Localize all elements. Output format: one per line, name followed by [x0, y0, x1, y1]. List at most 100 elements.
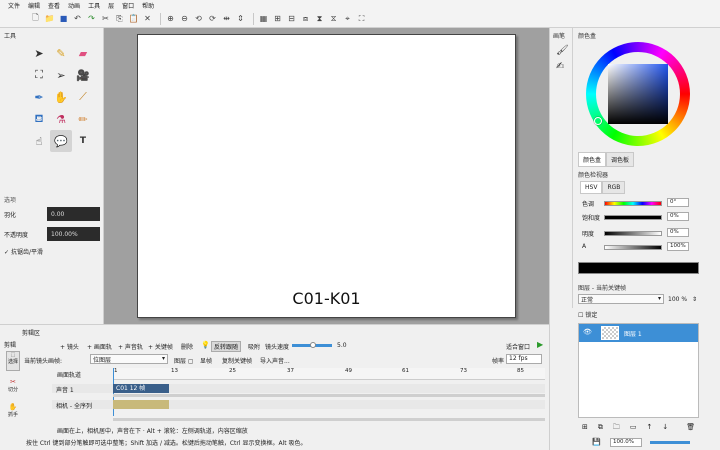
text-bubble-tool-icon[interactable]: 💬: [50, 130, 72, 152]
pointer-tool-icon[interactable]: ➢: [50, 64, 72, 86]
layer-row[interactable]: 👁 图层 1: [579, 324, 698, 342]
eraser-tool-icon[interactable]: ▰: [72, 42, 94, 64]
safe-area-icon[interactable]: ⧈: [300, 13, 311, 24]
polyline-tool-icon[interactable]: ⟋: [72, 86, 94, 108]
shot-clip[interactable]: C01 12 帧: [113, 384, 169, 393]
tab-color-palette[interactable]: 调色板: [606, 152, 635, 167]
hue-input[interactable]: 0°: [667, 198, 689, 207]
color-marker[interactable]: [594, 117, 602, 125]
menu-animation[interactable]: 动画: [68, 1, 80, 10]
snap-toggle[interactable]: 吸附: [248, 342, 260, 351]
hue-slider[interactable]: [604, 201, 662, 206]
eye-icon[interactable]: 👁: [583, 328, 592, 336]
split-side-tool[interactable]: ✂ 切分: [6, 378, 20, 398]
merge-layer-icon[interactable]: ▭: [630, 423, 637, 434]
camera-path-icon[interactable]: ⌖: [342, 13, 353, 24]
paste-icon[interactable]: 📋: [128, 13, 139, 24]
opacity-stepper-icon[interactable]: ⇕: [692, 296, 697, 303]
alpha-slider[interactable]: [604, 245, 662, 250]
onion-toggle[interactable]: 反转跟随: [211, 341, 242, 352]
new-file-icon[interactable]: 🗋: [30, 13, 41, 24]
center-icon[interactable]: ⊞: [272, 13, 283, 24]
brush-settings-icon[interactable]: ✍: [556, 61, 564, 72]
fps-select[interactable]: 12 fps: [506, 354, 542, 364]
layer-type-select[interactable]: 位图层 ▾: [90, 354, 168, 364]
current-color-swatch[interactable]: [578, 262, 699, 274]
open-folder-icon[interactable]: 📁: [44, 13, 55, 24]
blend-mode-select[interactable]: 正常 ▾: [578, 294, 664, 304]
value-input[interactable]: 0%: [667, 228, 689, 237]
tab-hsv[interactable]: HSV: [580, 181, 603, 194]
horizontal-scrollbar[interactable]: [113, 418, 545, 421]
play-icon[interactable]: ▶: [537, 340, 543, 349]
zoom-in-icon[interactable]: ⊕: [165, 13, 176, 24]
thirds-icon[interactable]: ⊟: [286, 13, 297, 24]
fullscreen-icon[interactable]: ⛶: [356, 13, 367, 24]
hand-tool-icon[interactable]: ✋: [50, 86, 72, 108]
menu-help[interactable]: 帮助: [142, 1, 154, 10]
pen-tool-icon[interactable]: ✒: [28, 86, 50, 108]
menu-window[interactable]: 窗口: [122, 1, 134, 10]
opacity-input[interactable]: 100.00%: [47, 227, 100, 241]
pencil-tool-icon[interactable]: ✏: [72, 108, 94, 130]
camera-tool-icon[interactable]: 🎥: [72, 64, 94, 86]
camera-clip[interactable]: [113, 400, 169, 409]
delete-icon[interactable]: ✕: [142, 13, 153, 24]
cut-icon[interactable]: ✂: [100, 13, 111, 24]
import-sound-button[interactable]: 导入声音...: [260, 356, 290, 365]
flip-vertical-icon[interactable]: ⇕: [235, 13, 246, 24]
move-up-icon[interactable]: ↑: [647, 423, 653, 434]
onion-next-icon[interactable]: ⧖: [328, 13, 339, 24]
menu-file[interactable]: 文件: [8, 1, 20, 10]
grid-icon[interactable]: ▦: [258, 13, 269, 24]
onion-prev-icon[interactable]: ⧗: [314, 13, 325, 24]
add-shot-button[interactable]: + 镜头: [60, 342, 79, 351]
undo-icon[interactable]: ↶: [72, 13, 83, 24]
save-icon[interactable]: ■: [58, 13, 69, 24]
rotate-right-icon[interactable]: ⟳: [207, 13, 218, 24]
rotate-left-icon[interactable]: ⟲: [193, 13, 204, 24]
duplicate-layer-icon[interactable]: ⧉: [598, 423, 603, 434]
trash-icon[interactable]: 🗑: [686, 423, 695, 434]
brush-icon[interactable]: 🖌: [556, 45, 569, 56]
select-side-tool[interactable]: ⬚ 选择: [6, 351, 20, 371]
tab-rgb[interactable]: RGB: [602, 181, 626, 194]
folder-icon[interactable]: 🗀: [613, 423, 620, 434]
layer-button[interactable]: 图层 ▢: [174, 356, 194, 365]
brush-tool-icon[interactable]: ✎: [50, 42, 72, 64]
add-picture-track-button[interactable]: + 画面轨: [87, 342, 112, 351]
value-slider[interactable]: [604, 231, 662, 236]
select-tool-icon[interactable]: ➤: [28, 42, 50, 64]
save-small-icon[interactable]: 💾: [592, 438, 601, 446]
show-frame-button[interactable]: 显帧: [200, 356, 212, 365]
drawing-paper[interactable]: [137, 34, 516, 318]
move-down-icon[interactable]: ↓: [662, 423, 668, 434]
add-keyframe-button[interactable]: + 关键帧: [148, 342, 173, 351]
zoom-slider[interactable]: [650, 441, 690, 444]
menu-tools[interactable]: 工具: [88, 1, 100, 10]
copy-keyframe-button[interactable]: 复制关键帧: [222, 356, 252, 365]
speed-slider-handle[interactable]: [310, 342, 316, 348]
zoom-out-icon[interactable]: ⊖: [179, 13, 190, 24]
zoom-input[interactable]: 100.0%: [610, 438, 642, 447]
track-row[interactable]: 相机 - 全序列: [52, 400, 545, 410]
text-tool-icon[interactable]: T: [72, 130, 94, 152]
add-sound-track-button[interactable]: + 声音轨: [118, 342, 143, 351]
smudge-tool-icon[interactable]: ☝: [28, 130, 50, 152]
lock-checkbox[interactable]: ☐ 锁定: [578, 310, 597, 319]
antialias-checkbox[interactable]: ✓ 抗锯齿/平滑: [4, 247, 43, 256]
tab-color-box[interactable]: 颜色盒: [578, 152, 607, 167]
frame-ruler[interactable]: 1 13 25 37 49 61 73 85: [113, 368, 545, 380]
layer-opacity[interactable]: 100 %: [668, 296, 687, 303]
redo-icon[interactable]: ↷: [86, 13, 97, 24]
flip-horizontal-icon[interactable]: ⇹: [221, 13, 232, 24]
alpha-input[interactable]: 100%: [667, 242, 689, 251]
saturation-input[interactable]: 0%: [667, 212, 689, 221]
track-scrollbar[interactable]: [113, 394, 545, 397]
menu-edit[interactable]: 编辑: [28, 1, 40, 10]
eyedropper-tool-icon[interactable]: ⚗: [50, 108, 72, 130]
bucket-tool-icon[interactable]: ⛾: [28, 108, 50, 130]
hand-side-tool[interactable]: ✋ 抓手: [6, 403, 20, 423]
add-layer-icon[interactable]: ⊞: [582, 423, 588, 434]
fit-window-button[interactable]: 适合窗口: [506, 342, 530, 351]
